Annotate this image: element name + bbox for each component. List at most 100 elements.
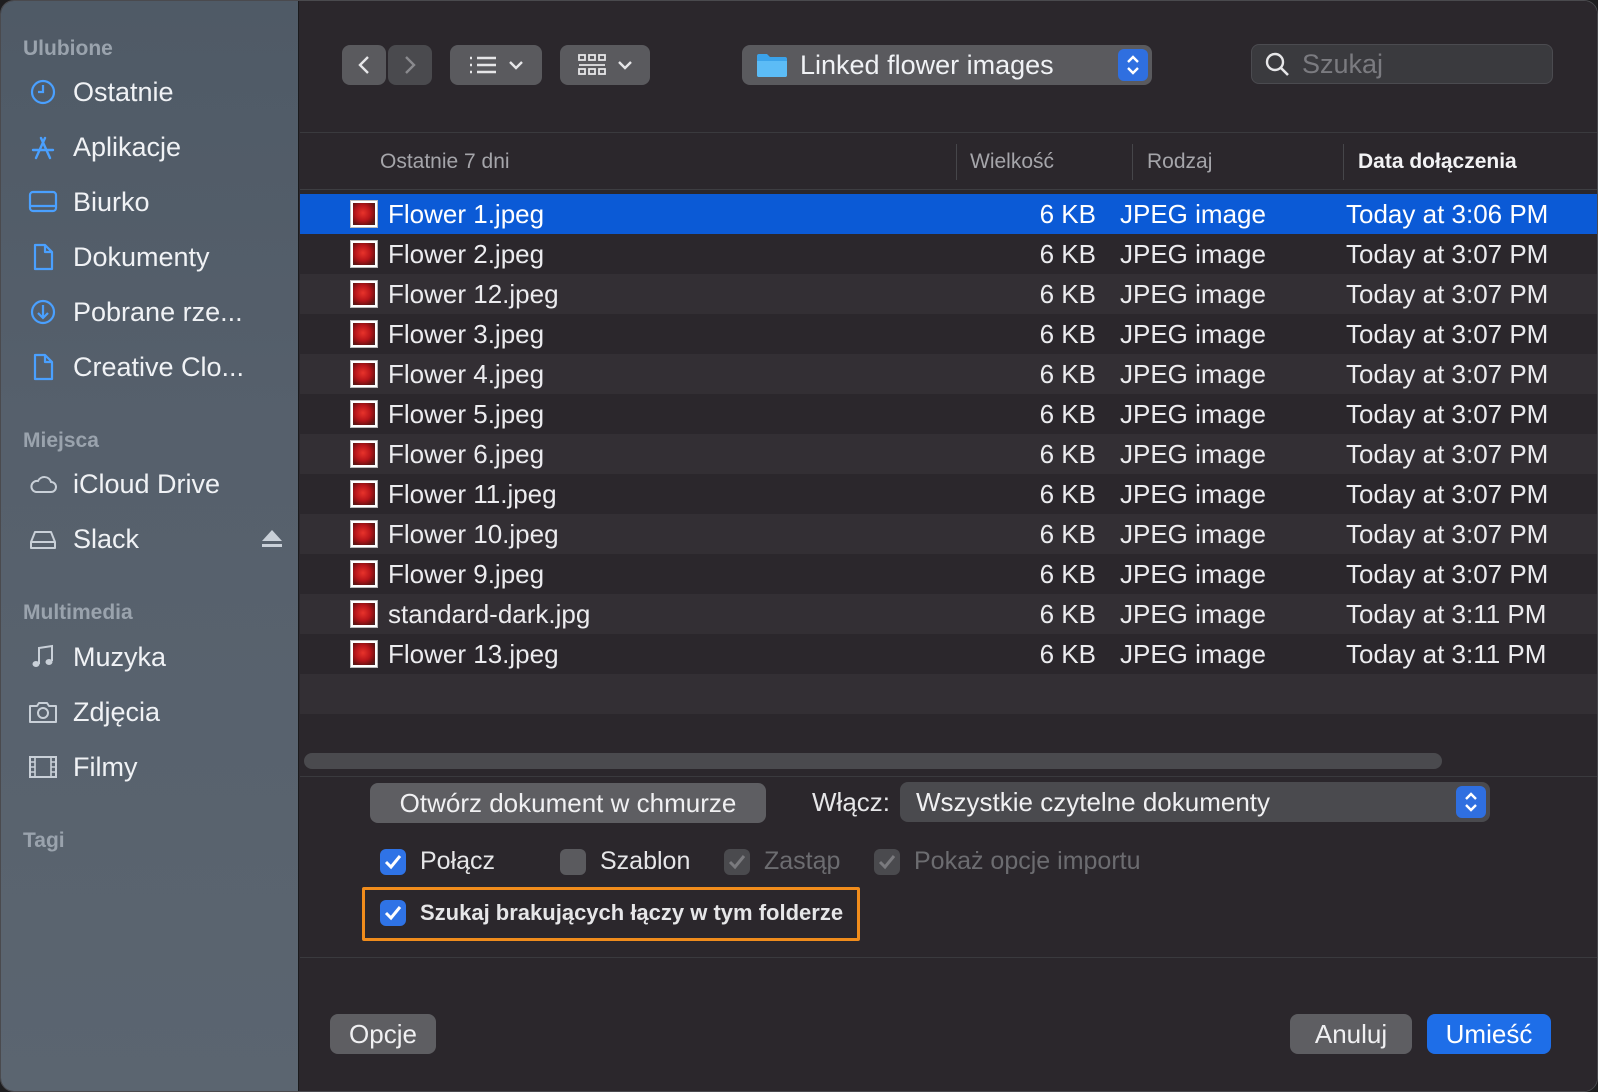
file-kind: JPEG image [1120,559,1266,589]
replace-checkbox: Zastąp [724,847,840,876]
table-row[interactable]: Flower 6.jpeg 6 KB JPEG image Today at 3… [300,434,1597,474]
file-name: Flower 11.jpeg [388,479,557,509]
sidebar-item-photos[interactable]: Zdjęcia [23,690,285,734]
file-kind: JPEG image [1120,519,1266,549]
file-date: Today at 3:07 PM [1346,239,1549,269]
show-import-options-label: Pokaż opcje importu [914,847,1141,875]
list-view-button[interactable] [450,45,542,85]
sidebar-item-applications[interactable]: Aplikacje [23,125,285,169]
file-kind: JPEG image [1120,439,1266,469]
file-size: 6 KB [1039,359,1096,389]
file-name: Flower 9.jpeg [388,559,545,589]
image-thumbnail-icon [350,360,378,388]
sidebar-item-label: Muzyka [73,641,167,672]
sidebar-item-desktop[interactable]: Biurko [23,180,285,224]
file-name: Flower 1.jpeg [388,199,545,229]
file-date: Today at 3:07 PM [1346,559,1549,589]
grid-view-button[interactable] [560,45,650,85]
sidebar-section-favorites: Ulubione [23,37,113,60]
file-date: Today at 3:07 PM [1346,359,1549,389]
image-thumbnail-icon [350,560,378,588]
forward-button[interactable] [388,45,432,85]
sidebar-item-label: Aplikacje [73,131,182,162]
sidebar-item-recents[interactable]: Ostatnie [23,70,285,114]
document-icon [23,242,63,272]
clock-icon [23,77,63,107]
table-row[interactable]: Flower 2.jpeg 6 KB JPEG image Today at 3… [300,234,1597,274]
cancel-button[interactable]: Anuluj [1290,1014,1412,1054]
table-row[interactable]: Flower 3.jpeg 6 KB JPEG image Today at 3… [300,314,1597,354]
file-kind: JPEG image [1120,639,1266,669]
column-header-kind[interactable]: Rodzaj [1147,150,1212,174]
table-row[interactable]: Flower 5.jpeg 6 KB JPEG image Today at 3… [300,394,1597,434]
file-kind: JPEG image [1120,479,1266,509]
table-row[interactable]: standard-dark.jpg 6 KB JPEG image Today … [300,594,1597,634]
replace-label: Zastąp [764,847,841,875]
sidebar-item-documents[interactable]: Dokumenty [23,235,285,279]
file-size: 6 KB [1039,279,1096,309]
table-row[interactable]: Flower 10.jpeg 6 KB JPEG image Today at … [300,514,1597,554]
sidebar-item-movies[interactable]: Filmy [23,745,285,789]
sidebar-item-creative-cloud[interactable]: Creative Clo... [23,345,285,389]
file-size: 6 KB [1039,319,1096,349]
folder-path-popup[interactable]: Linked flower images [742,45,1152,85]
column-divider[interactable] [1132,144,1133,180]
file-date: Today at 3:07 PM [1346,439,1549,469]
table-row[interactable]: Flower 13.jpeg 6 KB JPEG image Today at … [300,634,1597,674]
search-missing-links-checkbox[interactable]: Szukaj brakujących łączy w tym folderze [380,900,843,926]
place-button[interactable]: Umieść [1427,1014,1551,1054]
table-row[interactable]: Flower 4.jpeg 6 KB JPEG image Today at 3… [300,354,1597,394]
sidebar-item-slack[interactable]: Slack [23,517,285,561]
table-row[interactable]: Flower 11.jpeg 6 KB JPEG image Today at … [300,474,1597,514]
column-headers: Ostatnie 7 dni Wielkość Rodzaj Data dołą… [300,134,1597,190]
file-date: Today at 3:06 PM [1346,199,1549,229]
column-divider[interactable] [1343,144,1344,180]
sidebar-item-label: Dokumenty [73,241,210,272]
file-kind: JPEG image [1120,359,1266,389]
table-row[interactable]: Flower 12.jpeg 6 KB JPEG image Today at … [300,274,1597,314]
link-checkbox[interactable]: Połącz [380,847,495,876]
table-row[interactable]: Flower 1.jpeg 6 KB JPEG image Today at 3… [300,194,1597,234]
search-icon [1265,52,1289,76]
main-panel: Linked flower images Ostatnie 7 dni Wiel… [300,1,1597,1091]
back-button[interactable] [342,45,386,85]
image-thumbnail-icon [350,440,378,468]
sidebar-item-music[interactable]: Muzyka [23,635,285,679]
sidebar-item-label: iCloud Drive [73,468,221,499]
sidebar: Ulubione Ostatnie Aplikacje Biurko Dokum… [1,1,299,1091]
chevron-right-icon [405,56,416,74]
table-row[interactable]: Flower 9.jpeg 6 KB JPEG image Today at 3… [300,554,1597,594]
file-size: 6 KB [1039,559,1096,589]
file-kind: JPEG image [1120,599,1266,629]
file-size: 6 KB [1039,439,1096,469]
eject-icon[interactable] [259,527,285,551]
file-size: 6 KB [1039,479,1096,509]
file-kind: JPEG image [1120,199,1266,229]
options-button[interactable]: Opcje [330,1014,436,1054]
file-size: 6 KB [1039,639,1096,669]
horizontal-scrollbar[interactable] [304,753,1442,769]
sidebar-item-icloud-drive[interactable]: iCloud Drive [23,462,285,506]
grid-icon [578,54,606,75]
film-icon [23,752,63,782]
open-cloud-document-button[interactable]: Otwórz dokument w chmurze [370,783,766,823]
search-input[interactable] [1302,48,1532,80]
stepper-icon [1456,786,1486,818]
column-divider[interactable] [956,144,957,180]
image-thumbnail-icon [350,320,378,348]
checkmark-icon [724,848,750,875]
sidebar-item-downloads[interactable]: Pobrane rze... [23,290,285,334]
column-header-date-added[interactable]: Data dołączenia [1358,150,1517,174]
file-date: Today at 3:11 PM [1346,599,1547,629]
column-header-size[interactable]: Wielkość [970,150,1054,174]
search-missing-links-label: Szukaj brakujących łączy w tym folderze [420,900,844,925]
link-label: Połącz [420,847,496,875]
file-name: standard-dark.jpg [388,599,591,629]
file-size: 6 KB [1039,519,1096,549]
column-header-name[interactable]: Ostatnie 7 dni [380,150,510,174]
search-field[interactable] [1251,44,1553,84]
file-size: 6 KB [1039,239,1096,269]
template-checkbox[interactable]: Szablon [560,847,690,876]
apps-icon [23,132,63,162]
enable-filter-popup[interactable]: Wszystkie czytelne dokumenty [900,782,1490,822]
